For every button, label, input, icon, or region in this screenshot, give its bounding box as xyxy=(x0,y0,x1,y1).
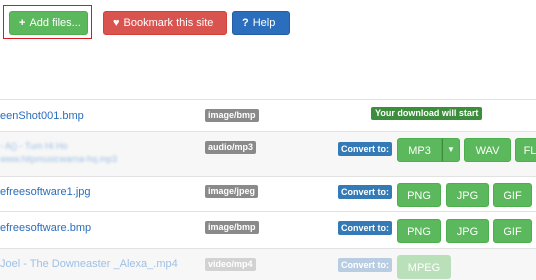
file-name[interactable]: eenShot001.bmp xyxy=(0,110,84,122)
add-files-button[interactable]: + Add files... xyxy=(9,11,88,35)
mime-badge: image/jpeg xyxy=(205,185,259,198)
format-button-wav[interactable]: WAV xyxy=(464,138,511,162)
add-files-label: Add files... xyxy=(29,17,81,29)
format-button-jpg[interactable]: JPG xyxy=(446,183,489,207)
convert-label: Convert to: xyxy=(338,142,392,156)
plus-icon: + xyxy=(19,17,26,29)
mime-badge: image/bmp xyxy=(205,109,259,122)
bookmark-button[interactable]: ♥ Bookmark this site xyxy=(103,11,227,35)
mime-badge: video/mp4 xyxy=(205,258,256,271)
format-button-jpg[interactable]: JPG xyxy=(446,219,489,243)
toolbar: + Add files... ♥ Bookmark this site ? Help xyxy=(0,0,536,44)
file-name[interactable]: efreesoftware.bmp xyxy=(0,222,91,234)
format-button-mpeg[interactable]: MPEG xyxy=(397,255,451,279)
mime-badge: audio/mp3 xyxy=(205,141,257,154)
file-name[interactable]: - A() - Tum Hi Ho xyxy=(0,141,68,151)
help-label: Help xyxy=(252,17,276,29)
convert-label: Convert to: xyxy=(338,221,392,235)
file-name-line2[interactable]: www.hitpmusicwarna-hq.mp3 xyxy=(0,154,117,164)
heart-icon: ♥ xyxy=(113,17,120,29)
format-button-flac[interactable]: FL xyxy=(515,138,536,162)
file-row: efreesoftware.bmp image/bmp Convert to: … xyxy=(0,211,536,248)
chevron-down-icon[interactable]: ▼ xyxy=(442,138,460,162)
help-button[interactable]: ? Help xyxy=(232,11,290,35)
file-row: efreesoftware1.jpg image/jpeg Convert to… xyxy=(0,176,536,211)
convert-label: Convert to: xyxy=(338,258,392,272)
help-icon: ? xyxy=(242,17,249,29)
file-row: - A() - Tum Hi Ho www.hitpmusicwarna-hq.… xyxy=(0,131,536,176)
bookmark-label: Bookmark this site xyxy=(123,17,214,29)
format-button-mp3[interactable]: MP3 xyxy=(397,138,442,162)
file-name[interactable]: Joel - The Downeaster _Alexa_.mp4 xyxy=(0,258,178,270)
format-button-gif[interactable]: GIF xyxy=(493,183,532,207)
file-name[interactable]: efreesoftware1.jpg xyxy=(0,186,91,198)
format-button-png[interactable]: PNG xyxy=(397,183,441,207)
format-button-gif[interactable]: GIF xyxy=(493,219,532,243)
convert-label: Convert to: xyxy=(338,185,392,199)
download-notice: Your download will start xyxy=(371,107,483,120)
mime-badge: image/bmp xyxy=(205,221,259,234)
file-row: Joel - The Downeaster _Alexa_.mp4 video/… xyxy=(0,248,536,280)
format-button-png[interactable]: PNG xyxy=(397,219,441,243)
